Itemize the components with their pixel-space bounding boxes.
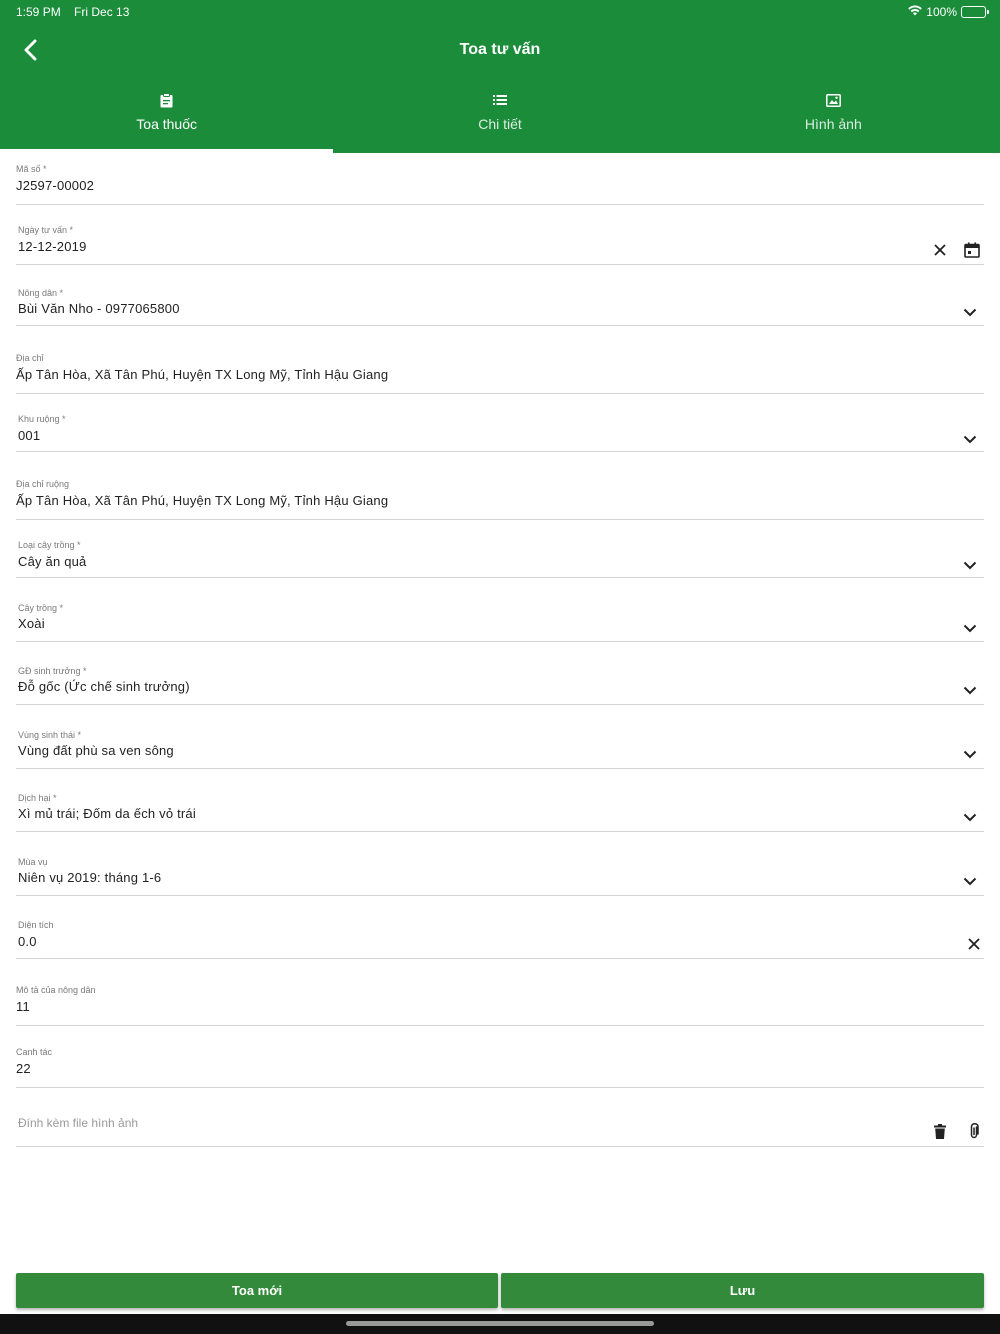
list-icon <box>492 92 507 108</box>
chevron-down-icon[interactable] <box>960 618 980 638</box>
image-icon <box>825 92 841 108</box>
field-value: Ấp Tân Hòa, Xã Tân Phú, Huyện TX Long Mỹ… <box>16 493 389 508</box>
cay-trong-select[interactable]: Cây trồng * Xoài <box>16 578 984 642</box>
field-label: Loại cây trồng * <box>18 540 81 550</box>
field-label: Địa chỉ <box>16 353 44 363</box>
field-value: Xì mủ trái; Đốm da ếch vỏ trái <box>18 806 196 821</box>
field-value: Vùng đất phù sa ven sông <box>18 743 174 758</box>
loai-cay-trong-select[interactable]: Loại cây trồng * Cây ăn quả <box>16 520 984 578</box>
field-value: J2597-00002 <box>16 178 95 193</box>
field-label: Cây trồng * <box>18 603 64 613</box>
dien-tich-field[interactable]: Diện tích 0.0 <box>16 896 984 959</box>
field-value: 001 <box>18 428 41 443</box>
ma-so-field[interactable]: Mã số * J2597-00002 <box>16 153 984 205</box>
canh-tac-field[interactable]: Canh tác 22 <box>16 1026 984 1088</box>
page-title: Toa tư vấn <box>459 41 541 58</box>
field-value: Niên vụ 2019: tháng 1-6 <box>18 870 162 885</box>
calendar-icon[interactable] <box>962 240 982 260</box>
field-label: Nông dân * <box>18 288 64 298</box>
home-bar <box>0 1314 1000 1334</box>
status-bar: 1:59 PM Fri Dec 13 100% <box>16 5 989 19</box>
chevron-down-icon[interactable] <box>960 680 980 700</box>
tab-label: Toa thuốc <box>136 116 198 132</box>
field-label: Mùa vụ <box>18 857 48 867</box>
chevron-down-icon[interactable] <box>960 744 980 764</box>
mo-ta-field[interactable]: Mô tả của nông dân 11 <box>16 959 984 1026</box>
field-value: Ấp Tân Hòa, Xã Tân Phú, Huyện TX Long Mỹ… <box>16 367 389 382</box>
field-value: 22 <box>16 1061 31 1076</box>
field-value: Đỗ gốc (Ức chế sinh trưởng) <box>18 679 190 694</box>
field-label: Địa chỉ ruộng <box>16 479 70 489</box>
tab-label: Hình ảnh <box>804 116 862 132</box>
field-value: 11 <box>16 999 30 1014</box>
field-label: Dịch hại * <box>18 793 57 803</box>
field-value: Bùi Văn Nho - 0977065800 <box>18 301 180 316</box>
tab-bar: Toa thuốc Chi tiết Hình ảnh <box>0 84 1000 153</box>
field-value: 0.0 <box>18 934 37 949</box>
field-label: Khu ruộng * <box>18 414 66 424</box>
chevron-down-icon[interactable] <box>960 302 980 322</box>
trash-icon[interactable] <box>930 1121 950 1141</box>
field-value: 12-12-2019 <box>18 239 87 254</box>
paperclip-icon[interactable] <box>964 1121 984 1141</box>
save-button[interactable]: Lưu <box>501 1273 984 1308</box>
dia-chi-field[interactable]: Địa chỉ Ấp Tân Hòa, Xã Tân Phú, Huyện TX… <box>16 326 984 394</box>
field-label: Canh tác <box>16 1047 53 1057</box>
wifi-icon <box>908 5 923 19</box>
attachment-placeholder: Đính kèm file hình ảnh <box>18 1116 139 1130</box>
tab-chi-tiet[interactable]: Chi tiết <box>333 84 666 153</box>
field-label: Mô tả của nông dân <box>16 985 96 995</box>
status-date: Fri Dec 13 <box>74 5 130 19</box>
battery-percent: 100% <box>926 5 957 19</box>
clipboard-icon <box>160 92 173 108</box>
mua-vu-select[interactable]: Mùa vụ Niên vụ 2019: tháng 1-6 <box>16 832 984 896</box>
field-label: GĐ sinh trưởng * <box>18 666 87 676</box>
dich-hai-select[interactable]: Dịch hại * Xì mủ trái; Đốm da ếch vỏ trá… <box>16 769 984 832</box>
chevron-down-icon[interactable] <box>960 555 980 575</box>
chevron-down-icon[interactable] <box>960 807 980 827</box>
clear-icon[interactable] <box>930 240 950 260</box>
field-label: Ngày tư vấn * <box>18 225 74 235</box>
tab-label: Chi tiết <box>478 116 522 132</box>
chevron-down-icon[interactable] <box>960 429 980 449</box>
tab-hinh-anh[interactable]: Hình ảnh <box>667 84 1000 153</box>
clear-icon[interactable] <box>964 934 984 954</box>
home-indicator[interactable] <box>346 1321 654 1326</box>
field-value: Xoài <box>18 616 45 631</box>
ngay-tu-van-field[interactable]: Ngày tư vấn * 12-12-2019 <box>16 205 984 265</box>
app-header: 1:59 PM Fri Dec 13 100% Toa tư vấn Toa t… <box>0 0 1000 153</box>
attachment-field[interactable]: Đính kèm file hình ảnh <box>16 1088 984 1147</box>
chevron-down-icon[interactable] <box>960 871 980 891</box>
field-label: Vùng sinh thái * <box>18 730 82 740</box>
field-label: Mã số * <box>16 164 47 174</box>
new-prescription-button[interactable]: Toa mới <box>16 1273 498 1308</box>
field-label: Diện tích <box>18 920 54 930</box>
field-value: Cây ăn quả <box>18 554 87 569</box>
tab-toa-thuoc[interactable]: Toa thuốc <box>0 84 334 153</box>
khu-ruong-select[interactable]: Khu ruộng * 001 <box>16 394 984 452</box>
gd-sinh-truong-select[interactable]: GĐ sinh trưởng * Đỗ gốc (Ức chế sinh trư… <box>16 642 984 705</box>
dia-chi-ruong-field[interactable]: Địa chỉ ruộng Ấp Tân Hòa, Xã Tân Phú, Hu… <box>16 452 984 520</box>
battery-icon <box>961 6 989 18</box>
vung-sinh-thai-select[interactable]: Vùng sinh thái * Vùng đất phù sa ven sôn… <box>16 705 984 769</box>
nong-dan-select[interactable]: Nông dân * Bùi Văn Nho - 0977065800 <box>16 265 984 326</box>
status-time: 1:59 PM <box>16 5 61 19</box>
